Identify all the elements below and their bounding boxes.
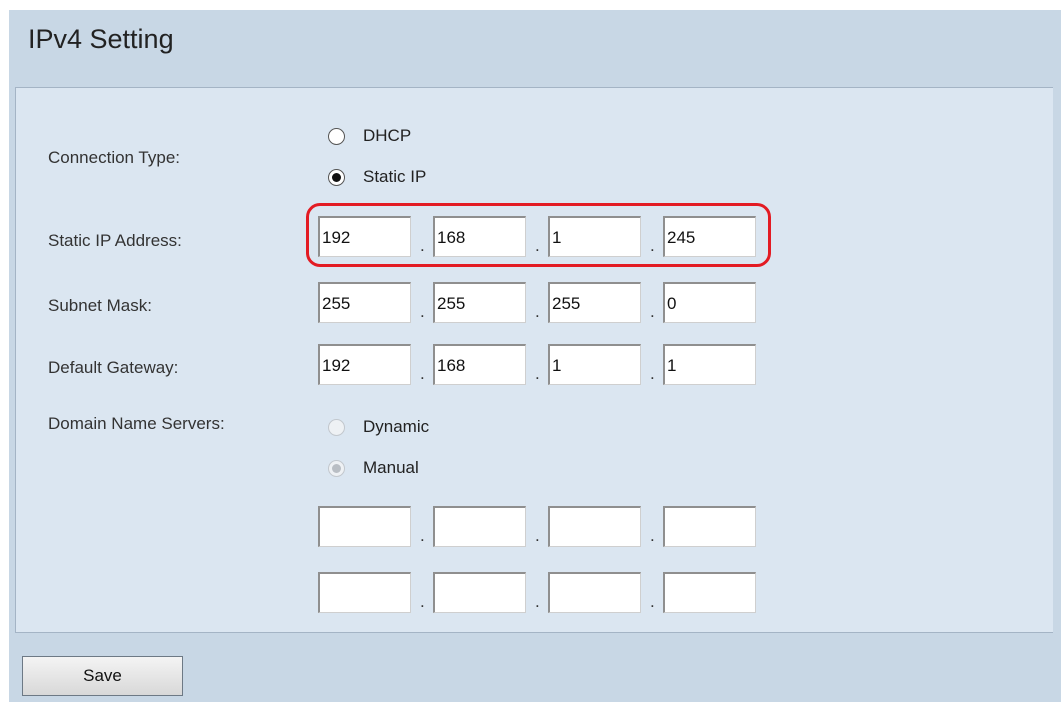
octet-separator: .: [650, 592, 655, 611]
dns2-octet-2[interactable]: [433, 572, 526, 613]
radio-dns-dynamic[interactable]: Dynamic: [328, 415, 429, 439]
octet-separator: .: [535, 526, 540, 545]
subnet-mask-octet-2[interactable]: [433, 282, 526, 323]
octet-separator: .: [650, 526, 655, 545]
dns2-octet-1[interactable]: [318, 572, 411, 613]
save-button[interactable]: Save: [22, 656, 183, 696]
radio-static-ip-label: Static IP: [363, 167, 427, 186]
default-gateway-octet-2[interactable]: [433, 344, 526, 385]
subnet-mask-label: Subnet Mask:: [48, 296, 152, 315]
subnet-mask-octet-4[interactable]: [663, 282, 756, 323]
octet-separator: .: [535, 302, 540, 321]
octet-separator: .: [535, 364, 540, 383]
radio-dns-manual[interactable]: Manual: [328, 456, 419, 480]
dns2-octet-4[interactable]: [663, 572, 756, 613]
dns1-octet-2[interactable]: [433, 506, 526, 547]
octet-separator: .: [650, 364, 655, 383]
radio-dhcp-label: DHCP: [363, 126, 412, 145]
page-title: IPv4 Setting: [28, 24, 174, 54]
radio-static-ip[interactable]: Static IP: [328, 165, 426, 189]
subnet-mask-octet-3[interactable]: [548, 282, 641, 323]
static-ip-label: Static IP Address:: [48, 231, 182, 250]
dns1-octet-4[interactable]: [663, 506, 756, 547]
default-gateway-octet-3[interactable]: [548, 344, 641, 385]
dns1-octet-3[interactable]: [548, 506, 641, 547]
subnet-mask-octet-1[interactable]: [318, 282, 411, 323]
octet-separator: .: [420, 592, 425, 611]
radio-dns-manual-label: Manual: [363, 458, 419, 477]
radio-static-ip-button[interactable]: [328, 168, 345, 186]
octet-separator: .: [420, 302, 425, 321]
radio-dhcp[interactable]: DHCP: [328, 124, 411, 148]
octet-separator: .: [650, 302, 655, 321]
radio-dns-dynamic-label: Dynamic: [363, 417, 430, 436]
default-gateway-label: Default Gateway:: [48, 358, 179, 377]
default-gateway-octet-1[interactable]: [318, 344, 411, 385]
dns2-octet-3[interactable]: [548, 572, 641, 613]
radio-dhcp-button[interactable]: [328, 127, 345, 145]
static-ip-highlight: [306, 203, 771, 267]
dns1-octet-1[interactable]: [318, 506, 411, 547]
octet-separator: .: [420, 526, 425, 545]
radio-dns-manual-button[interactable]: [328, 459, 345, 477]
octet-separator: .: [420, 364, 425, 383]
default-gateway-octet-4[interactable]: [663, 344, 756, 385]
octet-separator: .: [535, 592, 540, 611]
connection-type-label: Connection Type:: [48, 148, 180, 167]
radio-dns-dynamic-button[interactable]: [328, 418, 345, 436]
dns-label: Domain Name Servers:: [48, 414, 225, 433]
